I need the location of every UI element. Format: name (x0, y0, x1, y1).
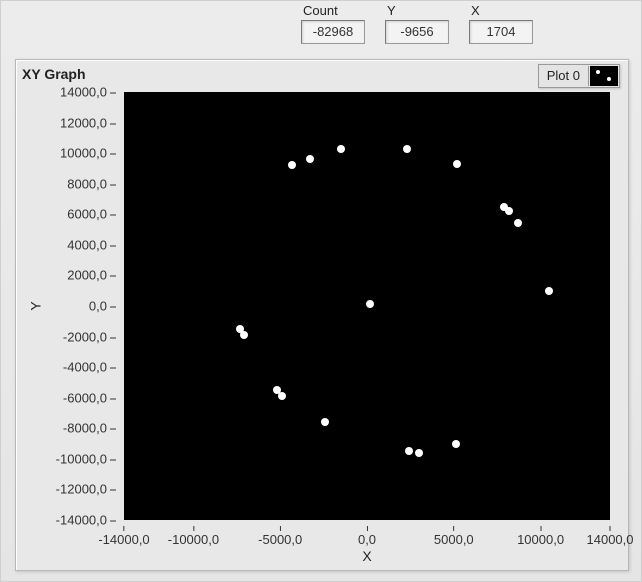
count-value[interactable]: -82968 (301, 20, 365, 44)
data-point (278, 392, 286, 400)
data-point (514, 219, 522, 227)
y-axis-ticks: 14000,012000,010000,08000,06000,04000,02… (16, 92, 120, 520)
y-tick: -12000,0 (56, 482, 116, 497)
y-field: Y -9656 (385, 3, 449, 44)
x-tick: 5000,0 (434, 526, 474, 547)
x-tick: -14000,0 (98, 526, 149, 547)
y-value[interactable]: -9656 (385, 20, 449, 44)
data-point (452, 440, 460, 448)
legend-swatch-icon (590, 66, 618, 86)
count-label: Count (303, 3, 338, 18)
x-field: X 1704 (469, 3, 533, 44)
y-tick: 14000,0 (60, 85, 116, 100)
y-label: Y (387, 3, 396, 18)
y-tick: 10000,0 (60, 146, 116, 161)
y-tick: -6000,0 (63, 390, 116, 405)
y-tick: -8000,0 (63, 421, 116, 436)
x-tick: 14000,0 (587, 526, 634, 547)
data-point (545, 287, 553, 295)
data-point (240, 331, 248, 339)
plot-area[interactable] (124, 92, 610, 520)
x-value[interactable]: 1704 (469, 20, 533, 44)
top-fields: Count -82968 Y -9656 X 1704 (301, 3, 533, 44)
data-point (306, 155, 314, 163)
data-point (505, 207, 513, 215)
data-point (321, 418, 329, 426)
x-tick: -5000,0 (258, 526, 302, 547)
x-axis-title: X (124, 548, 610, 564)
count-field: Count -82968 (301, 3, 365, 44)
data-point (337, 145, 345, 153)
y-tick: 8000,0 (67, 176, 116, 191)
legend-label: Plot 0 (539, 66, 589, 86)
y-tick: -4000,0 (63, 360, 116, 375)
data-point (403, 145, 411, 153)
x-tick: -10000,0 (168, 526, 219, 547)
x-label: X (471, 3, 480, 18)
legend[interactable]: Plot 0 (538, 64, 620, 88)
x-tick: 10000,0 (517, 526, 564, 547)
y-tick: 6000,0 (67, 207, 116, 222)
x-axis-ticks: -14000,0-10000,0-5000,00,05000,010000,01… (124, 520, 610, 544)
data-point (453, 160, 461, 168)
y-tick: 12000,0 (60, 115, 116, 130)
y-tick: 0,0 (89, 299, 116, 314)
data-point (288, 161, 296, 169)
xy-graph[interactable]: XY Graph Plot 0 Y X 14000,012000,010000,… (15, 59, 629, 571)
graph-title: XY Graph (22, 66, 86, 82)
y-tick: 2000,0 (67, 268, 116, 283)
x-tick: 0,0 (358, 526, 376, 547)
y-tick: -2000,0 (63, 329, 116, 344)
y-tick: 4000,0 (67, 237, 116, 252)
data-point (415, 449, 423, 457)
main-panel: Count -82968 Y -9656 X 1704 XY Graph Plo… (0, 0, 642, 582)
data-point (405, 447, 413, 455)
y-tick: -10000,0 (56, 451, 116, 466)
data-point (366, 300, 374, 308)
